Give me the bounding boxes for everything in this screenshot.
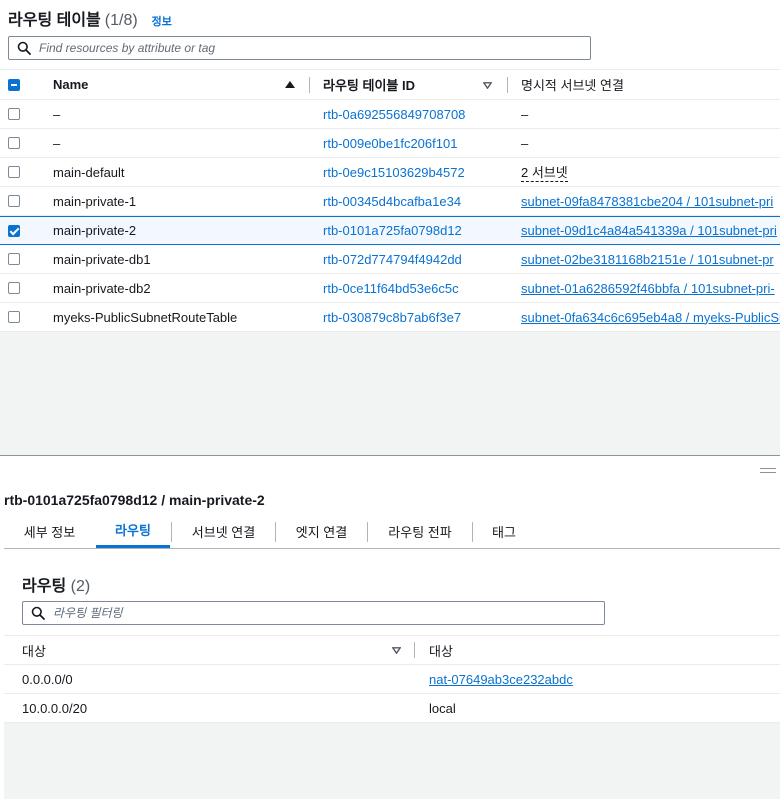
row-name: – xyxy=(53,106,61,122)
routes-title-text: 라우팅 xyxy=(22,578,67,595)
row-name: main-private-db2 xyxy=(53,280,151,296)
table-row[interactable]: main-private-db2 rtb-0ce11f64bd53e6c5c s… xyxy=(0,274,780,303)
row-checkbox[interactable] xyxy=(8,282,20,294)
row-checkbox-checked[interactable] xyxy=(8,224,20,237)
sort-descending-icon[interactable] xyxy=(392,647,401,654)
tab-subnet-associations[interactable]: 서브넷 연결 xyxy=(172,514,275,548)
table-row-selected[interactable]: main-private-2 rtb-0101a725fa0798d12 sub… xyxy=(0,216,780,245)
selection-count: (1/8) xyxy=(104,12,138,29)
table-row[interactable]: – rtb-0a692556849708708 – xyxy=(0,100,780,129)
route-destination: 10.0.0.0/20 xyxy=(22,700,88,716)
row-subnets: – xyxy=(521,135,529,151)
resource-search[interactable] xyxy=(8,36,591,60)
route-table-id-link[interactable]: rtb-0101a725fa0798d12 xyxy=(323,223,462,238)
search-icon xyxy=(31,606,45,620)
subnet-link[interactable]: subnet-09fa8478381cbe204 / 101subnet-pri xyxy=(521,194,773,209)
panel-splitter[interactable] xyxy=(0,455,780,485)
table-empty-area xyxy=(0,332,780,455)
route-target: local xyxy=(429,700,456,716)
subnet-link[interactable]: subnet-01a6286592f46bbfa / 101subnet-pri… xyxy=(521,281,775,296)
table-header: Name 라우팅 테이블 ID 명시적 서브넷 연결 xyxy=(0,70,780,100)
search-icon xyxy=(17,41,31,55)
row-checkbox[interactable] xyxy=(8,137,20,149)
tab-route-propagation[interactable]: 라우팅 전파 xyxy=(368,514,472,548)
column-header-explicit-subnets[interactable]: 명시적 서브넷 연결 xyxy=(521,75,624,94)
tab-routes[interactable]: 라우팅 xyxy=(96,514,170,548)
route-filter-input[interactable] xyxy=(53,606,593,620)
routes-table: 대상 대상 0.0.0.0/0 nat-07649ab3ce232abdc 10… xyxy=(4,635,780,723)
row-name: main-private-1 xyxy=(53,193,137,209)
detail-title: rtb-0101a725fa0798d12 / main-private-2 xyxy=(4,492,265,508)
route-row: 10.0.0.0/20 local xyxy=(4,694,780,723)
detail-tabs: 세부 정보 라우팅 서브넷 연결 엣지 연결 라우팅 전파 태그 xyxy=(4,514,780,549)
tab-edge-associations[interactable]: 엣지 연결 xyxy=(276,514,367,548)
column-divider[interactable] xyxy=(507,77,508,93)
route-table-id-link[interactable]: rtb-00345d4bcafba1e34 xyxy=(323,194,461,209)
row-name: – xyxy=(53,135,61,151)
route-table-id-link[interactable]: rtb-009e0be1fc206f101 xyxy=(323,136,457,151)
routes-table-header: 대상 대상 xyxy=(4,636,780,665)
subnet-count-popover[interactable]: 2 서브넷 xyxy=(521,162,568,182)
column-header-name[interactable]: Name xyxy=(53,77,88,92)
row-checkbox[interactable] xyxy=(8,166,20,178)
row-subnets: – xyxy=(521,106,529,122)
route-tables-header: 라우팅 테이블 (1/8) 정보 xyxy=(8,6,172,29)
row-checkbox[interactable] xyxy=(8,311,20,323)
column-header-destination[interactable]: 대상 xyxy=(22,641,46,660)
route-table-id-link[interactable]: rtb-0a692556849708708 xyxy=(323,107,465,122)
routes-container: 라우팅 (2) 대상 대상 0.0.0.0/0 nat-07649ab3ce23… xyxy=(4,562,780,723)
route-table-id-link[interactable]: rtb-0e9c15103629b4572 xyxy=(323,165,465,180)
row-checkbox[interactable] xyxy=(8,108,20,120)
row-checkbox[interactable] xyxy=(8,195,20,207)
column-divider[interactable] xyxy=(309,77,310,93)
resize-handle-icon[interactable] xyxy=(760,468,776,473)
route-table-id-link[interactable]: rtb-072d774794f4942dd xyxy=(323,252,462,267)
sort-descending-icon[interactable] xyxy=(483,82,492,89)
table-row[interactable]: myeks-PublicSubnetRouteTable rtb-030879c… xyxy=(0,303,780,332)
column-divider[interactable] xyxy=(414,642,415,658)
route-table-id-link[interactable]: rtb-030879c8b7ab6f3e7 xyxy=(323,310,461,325)
nat-gateway-link[interactable]: nat-07649ab3ce232abdc xyxy=(429,672,573,687)
row-name: main-private-2 xyxy=(53,223,137,238)
routes-title: 라우팅 (2) xyxy=(22,572,90,596)
row-name: myeks-PublicSubnetRouteTable xyxy=(53,309,238,325)
select-all-checkbox[interactable] xyxy=(8,78,20,91)
row-checkbox[interactable] xyxy=(8,253,20,265)
route-row: 0.0.0.0/0 nat-07649ab3ce232abdc xyxy=(4,665,780,694)
tab-details[interactable]: 세부 정보 xyxy=(4,514,95,548)
row-name: main-private-db1 xyxy=(53,251,151,267)
table-row[interactable]: main-default rtb-0e9c15103629b4572 2 서브넷 xyxy=(0,158,780,187)
subnet-link[interactable]: subnet-09d1c4a84a541339a / 101subnet-pri xyxy=(521,223,777,238)
sort-ascending-icon[interactable] xyxy=(285,81,295,88)
route-table-id-link[interactable]: rtb-0ce11f64bd53e6c5c xyxy=(323,281,459,296)
subnet-link[interactable]: subnet-02be3181168b2151e / 101subnet-pr xyxy=(521,252,774,267)
table-row[interactable]: – rtb-009e0be1fc206f101 – xyxy=(0,129,780,158)
route-destination: 0.0.0.0/0 xyxy=(22,671,73,687)
route-filter[interactable] xyxy=(22,601,605,625)
column-header-target[interactable]: 대상 xyxy=(429,641,453,660)
table-row[interactable]: main-private-db1 rtb-072d774794f4942dd s… xyxy=(0,245,780,274)
resource-search-input[interactable] xyxy=(39,41,579,55)
tab-tags[interactable]: 태그 xyxy=(473,514,535,548)
subnet-link[interactable]: subnet-0fa634c6c695eb4a8 / myeks-PublicS… xyxy=(521,310,780,325)
routes-count: (2) xyxy=(70,578,91,595)
routes-panel: 라우팅 (2) 대상 대상 0.0.0.0/0 nat-07649ab3ce23… xyxy=(4,562,780,799)
route-tables-table: Name 라우팅 테이블 ID 명시적 서브넷 연결 – rtb-0a69255… xyxy=(0,69,780,332)
page-title: 라우팅 테이블 xyxy=(8,12,101,29)
row-name: main-default xyxy=(53,164,125,180)
column-header-route-table-id[interactable]: 라우팅 테이블 ID xyxy=(323,75,415,94)
table-row[interactable]: main-private-1 rtb-00345d4bcafba1e34 sub… xyxy=(0,187,780,216)
info-link[interactable]: 정보 xyxy=(152,13,172,29)
